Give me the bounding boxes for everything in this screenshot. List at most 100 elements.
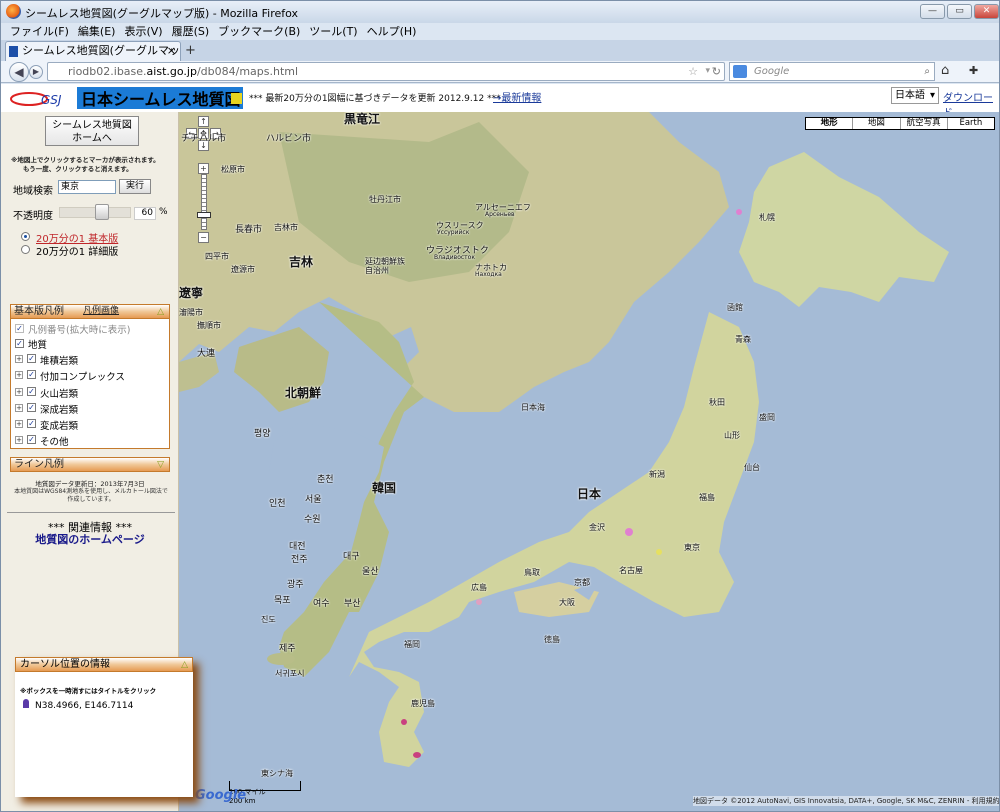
- language-select[interactable]: 日本語: [891, 87, 939, 104]
- addon-icon[interactable]: ✚: [969, 64, 978, 77]
- expand-accretion-icon[interactable]: +: [15, 371, 23, 379]
- pan-up-icon[interactable]: ↑: [198, 116, 209, 127]
- label-tottori: 鳥取: [524, 568, 540, 577]
- expand-deep-icon[interactable]: +: [15, 404, 23, 412]
- menu-history[interactable]: 履歴(S): [172, 23, 210, 40]
- maximize-button[interactable]: ▭: [947, 4, 972, 19]
- label-dalian: 大連: [197, 349, 216, 359]
- collapse-icon[interactable]: △: [181, 659, 188, 672]
- label-harbin: ハルビン市: [266, 134, 312, 144]
- accretion-checkbox[interactable]: ✓: [27, 370, 36, 379]
- url-bar[interactable]: riodb02.ibase.aist.go.jp/db084/maps.html…: [47, 62, 725, 81]
- line-legend-header[interactable]: ライン凡例 ▽: [10, 457, 170, 472]
- volcanic-label: 火山岩類: [40, 389, 79, 400]
- menu-help[interactable]: ヘルプ(H): [367, 23, 417, 40]
- map-type-terrain[interactable]: 地形: [806, 118, 854, 129]
- expand-volcanic-icon[interactable]: +: [15, 388, 23, 396]
- expand-icon[interactable]: ▽: [157, 459, 164, 472]
- search-bar[interactable]: Google ⌕: [729, 62, 935, 81]
- home-icon[interactable]: ⌂: [941, 63, 949, 78]
- map-type-map[interactable]: 地図: [853, 118, 901, 129]
- opacity-unit: %: [159, 207, 168, 217]
- forward-button[interactable]: ▶: [29, 65, 43, 79]
- label-mudanjiang: 牡丹江市: [369, 195, 401, 204]
- tab-close-icon[interactable]: ×: [167, 42, 176, 60]
- meta-checkbox[interactable]: ✓: [27, 419, 36, 428]
- google-map[interactable]: 地形 地図 航空写真 Earth ↑ ← ✥ → ↓ + − 黒竜江 ハルビン市…: [179, 112, 1000, 812]
- menu-file[interactable]: ファイル(F): [10, 23, 69, 40]
- menu-tools[interactable]: ツール(T): [309, 23, 357, 40]
- legend-panel-header[interactable]: 基本版凡例 凡例画像 △: [10, 304, 170, 319]
- legend-image-link[interactable]: 凡例画像: [83, 305, 119, 318]
- reload-icon[interactable]: ↻: [712, 63, 721, 80]
- label-seoul: 서울: [305, 495, 322, 505]
- pushpin-icon: [23, 699, 29, 708]
- zoom-in-icon[interactable]: +: [198, 163, 209, 174]
- map-copyright[interactable]: 地図データ ©2012 AutoNavi, GIS Innovatsia, DA…: [693, 796, 999, 806]
- menu-view[interactable]: 表示(V): [124, 23, 162, 40]
- label-jilin: 吉林: [289, 255, 314, 269]
- favicon-icon: [9, 46, 18, 57]
- map-type-earth[interactable]: Earth: [948, 118, 994, 129]
- divider: [7, 512, 175, 513]
- label-fukuoka: 福岡: [404, 640, 420, 649]
- label-liaoning: 遼寧: [179, 286, 204, 300]
- label-jilin-city: 吉林市: [274, 223, 298, 232]
- close-window-button[interactable]: ✕: [974, 4, 999, 19]
- google-engine-icon[interactable]: [733, 65, 747, 78]
- zoom-out-icon[interactable]: −: [198, 232, 209, 243]
- cursor-panel-header[interactable]: カーソル位置の情報 △: [15, 657, 193, 672]
- detailed-edition-label[interactable]: 20万分の1 詳細版: [36, 243, 118, 258]
- collapse-icon[interactable]: △: [157, 306, 164, 319]
- label-siping: 四平市: [205, 252, 229, 261]
- tab-seamless-map[interactable]: シームレス地質図(グーグルマップ版) ×: [5, 41, 181, 75]
- expand-other-icon[interactable]: +: [15, 436, 23, 444]
- region-search-input[interactable]: 東京: [58, 180, 116, 194]
- sed-label: 堆積岩類: [40, 356, 79, 367]
- deep-checkbox[interactable]: ✓: [27, 403, 36, 412]
- bookmark-star-icon[interactable]: ☆: [688, 63, 698, 80]
- geology-homepage-link[interactable]: 地質図のホームページ: [1, 531, 179, 547]
- opacity-value[interactable]: 60: [134, 207, 156, 220]
- label-fukushima: 福島: [699, 493, 715, 502]
- menu-edit[interactable]: 編集(E): [78, 23, 116, 40]
- label-arsenyev-ru: Арсеньев: [485, 211, 515, 218]
- geology-checkbox[interactable]: ✓: [15, 339, 24, 348]
- menu-bookmarks[interactable]: ブックマーク(B): [218, 23, 300, 40]
- back-button[interactable]: ◀: [9, 62, 29, 82]
- url-domain: aist.go.jp: [146, 65, 197, 78]
- search-icon[interactable]: ⌕: [924, 63, 930, 80]
- sed-checkbox[interactable]: ✓: [27, 354, 36, 363]
- dropdown-icon[interactable]: ▾: [705, 63, 710, 80]
- expand-sed-icon[interactable]: +: [15, 355, 23, 363]
- volcanic-checkbox[interactable]: ✓: [27, 387, 36, 396]
- label-aomori: 青森: [735, 335, 751, 344]
- label-yanbian: 延边朝鮮族自治州: [365, 257, 405, 275]
- map-type-satellite[interactable]: 航空写真: [901, 118, 948, 129]
- zoom-slider-track[interactable]: [201, 174, 207, 230]
- legend-number-checkbox[interactable]: ✓: [15, 324, 24, 333]
- browser-window: シームレス地質図(グーグルマップ版) - Mozilla Firefox — ▭…: [0, 0, 1000, 812]
- search-run-button[interactable]: 実行: [119, 179, 151, 194]
- home-button-line2: ホームへ: [72, 133, 112, 144]
- zoom-slider-thumb[interactable]: [197, 212, 211, 218]
- map-type-control[interactable]: 地形 地図 航空写真 Earth: [805, 117, 995, 130]
- cursor-panel-note: ※ボックスを一時消すにはタイトルをクリック: [20, 687, 157, 695]
- new-tab-button[interactable]: +: [185, 43, 196, 58]
- expand-meta-icon[interactable]: +: [15, 420, 23, 428]
- home-button[interactable]: シームレス地質図 ホームへ: [45, 116, 139, 146]
- detailed-edition-radio[interactable]: [21, 245, 30, 254]
- update-notice: *** 最新20万分の1図幅に基づきデータを更新 2012.9.12 ***: [249, 94, 501, 104]
- latest-news-link[interactable]: →最新情報: [493, 89, 541, 104]
- label-busan: 부산: [344, 599, 361, 609]
- google-logo[interactable]: Google: [195, 788, 246, 803]
- minimize-button[interactable]: —: [920, 4, 945, 19]
- legend-number-label: 凡例番号(拡大時に表示): [28, 325, 131, 336]
- map-terrain[interactable]: [179, 112, 1000, 812]
- opacity-slider-thumb[interactable]: [95, 204, 109, 220]
- legend-panel-body: ✓ 凡例番号(拡大時に表示) ✓ 地質 + ✓ 堆積岩類 + ✓ 付加コンプレッ…: [10, 319, 170, 449]
- other-checkbox[interactable]: ✓: [27, 435, 36, 444]
- deep-label: 深成岩類: [40, 405, 79, 416]
- basic-edition-radio[interactable]: [21, 232, 30, 241]
- label-tokyo: 東京: [684, 543, 700, 552]
